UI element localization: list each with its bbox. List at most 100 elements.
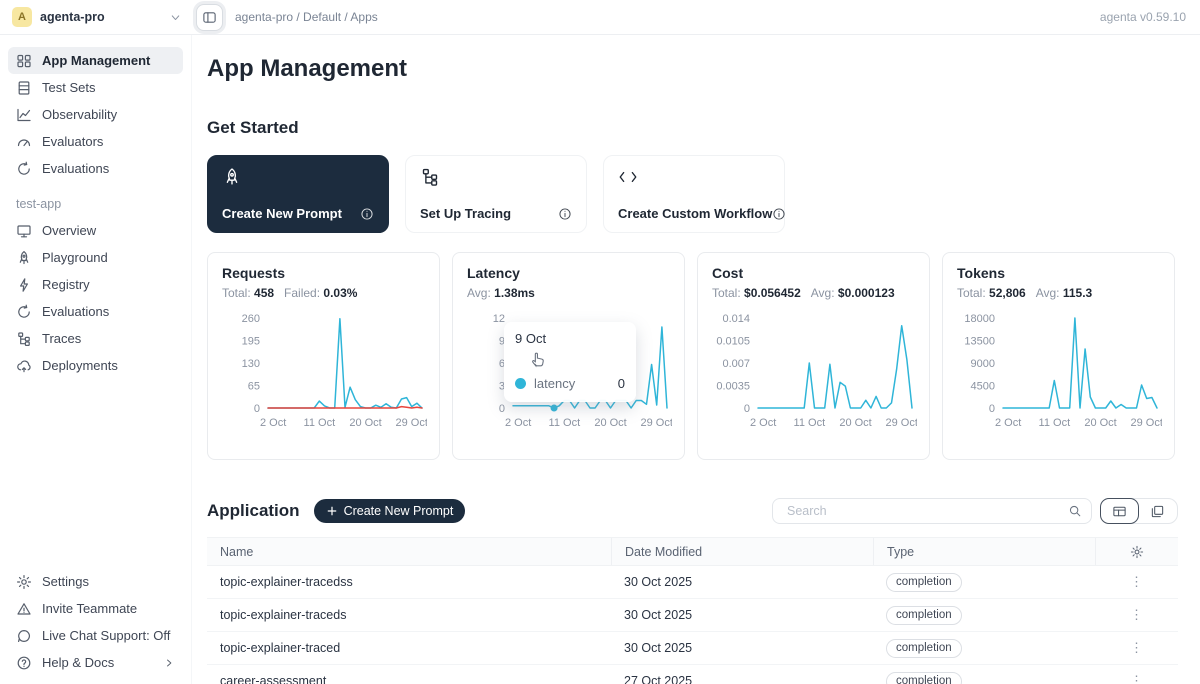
sidebar-collapse-button[interactable] <box>196 4 223 31</box>
sidebar-item-playground[interactable]: Playground <box>8 244 183 271</box>
svg-text:0.014: 0.014 <box>722 313 750 325</box>
svg-text:260: 260 <box>242 313 260 325</box>
metric-stats: Total: $0.056452Avg: $0.000123 <box>712 286 915 300</box>
list-icon <box>16 80 32 96</box>
card-view-button[interactable] <box>1138 498 1177 524</box>
table-row[interactable]: topic-explainer-traceds30 Oct 2025comple… <box>207 599 1178 632</box>
rocket-icon <box>222 167 242 187</box>
svg-text:29 Oct: 29 Oct <box>641 417 672 429</box>
application-heading: Application <box>207 501 300 521</box>
tooltip-date: 9 Oct <box>515 331 625 346</box>
sidebar-item-label: Evaluators <box>42 134 103 149</box>
row-actions: ⋮ <box>1095 665 1178 684</box>
gear-icon <box>16 574 32 590</box>
type-badge: completion <box>886 606 962 625</box>
metric-stats: Total: 52,806Avg: 115.3 <box>957 286 1160 300</box>
sidebar-item-overview[interactable]: Overview <box>8 217 183 244</box>
tooltip-legend-row: latency 0 <box>515 376 625 391</box>
sidebar-item-label: Evaluations <box>42 161 109 176</box>
tree-icon <box>16 331 32 347</box>
sidebar-item-evaluations[interactable]: Evaluations <box>8 155 183 182</box>
breadcrumb[interactable]: agenta-pro / Default / Apps <box>235 10 378 24</box>
sidebar-item-live-chat-support-off[interactable]: Live Chat Support: Off <box>8 622 183 649</box>
monitor-icon <box>16 223 32 239</box>
sidebar-item-registry[interactable]: Registry <box>8 271 183 298</box>
svg-text:11 Oct: 11 Oct <box>304 417 336 429</box>
sidebar-item-observability[interactable]: Observability <box>8 101 183 128</box>
svg-text:0.0035: 0.0035 <box>716 381 750 393</box>
sidebar-item-deployments[interactable]: Deployments <box>8 352 183 379</box>
info-icon <box>558 207 572 221</box>
get-started-card-create-new-prompt[interactable]: Create New Prompt <box>207 155 389 233</box>
table-body: topic-explainer-tracedss30 Oct 2025compl… <box>207 566 1178 684</box>
type-badge: completion <box>886 573 962 592</box>
svg-text:11 Oct: 11 Oct <box>794 417 826 429</box>
card-label: Create Custom Workflow <box>618 206 772 221</box>
search-icon[interactable] <box>1068 504 1082 518</box>
row-menu-button[interactable]: ⋮ <box>1095 607 1178 623</box>
get-started-card-set-up-tracing[interactable]: Set Up Tracing <box>405 155 587 233</box>
row-menu-button[interactable]: ⋮ <box>1095 640 1178 656</box>
sidebar-item-help-docs[interactable]: Help & Docs <box>8 649 183 676</box>
sidebar-item-test-sets[interactable]: Test Sets <box>8 74 183 101</box>
table-row[interactable]: career-assessment27 Oct 2025completion⋮ <box>207 665 1178 684</box>
create-new-prompt-button[interactable]: Create New Prompt <box>314 499 466 523</box>
table-row[interactable]: topic-explainer-traced30 Oct 2025complet… <box>207 632 1178 665</box>
tooltip-series-label: latency <box>534 376 575 391</box>
tree-icon <box>420 167 440 187</box>
view-toggle <box>1100 498 1178 524</box>
svg-text:0: 0 <box>254 403 260 415</box>
sidebar-item-label: Registry <box>42 277 90 292</box>
workspace-selector[interactable]: A agenta-pro <box>0 7 192 27</box>
row-name: topic-explainer-traced <box>207 641 611 655</box>
table-view-icon <box>1112 504 1127 519</box>
rocket-icon <box>16 250 32 266</box>
row-type: completion <box>873 665 1095 684</box>
column-header-name[interactable]: Name <box>207 545 611 559</box>
cloud-icon <box>16 358 32 374</box>
svg-text:195: 195 <box>242 336 260 348</box>
svg-text:18000: 18000 <box>964 313 995 325</box>
sidebar-panel-icon <box>202 10 217 25</box>
metric-title: Requests <box>222 265 425 281</box>
application-header-row: Application Create New Prompt <box>207 498 1178 524</box>
applications-table: Name Date Modified Type topic-explainer-… <box>207 537 1178 684</box>
column-header-date-modified[interactable]: Date Modified <box>611 538 873 565</box>
sidebar-bottom-group: SettingsInvite TeammateLive Chat Support… <box>8 568 183 676</box>
svg-text:2 Oct: 2 Oct <box>505 417 531 429</box>
legend-dot <box>515 378 526 389</box>
chart-tooltip: 9 Oct latency 0 <box>504 322 636 402</box>
sidebar-main-group: App ManagementTest SetsObservability Eval… <box>8 47 183 182</box>
sidebar-item-settings[interactable]: Settings <box>8 568 183 595</box>
row-menu-button[interactable]: ⋮ <box>1095 673 1178 684</box>
card-icon-wrap <box>222 167 374 187</box>
column-header-settings[interactable] <box>1095 538 1178 565</box>
column-header-type[interactable]: Type <box>873 538 1095 565</box>
metric-cards: 9 Oct latency 0 RequestsTotal: 458Failed… <box>207 252 1178 460</box>
sidebar-item-traces[interactable]: Traces <box>8 325 183 352</box>
app-version: agenta v0.59.10 <box>1100 10 1186 24</box>
svg-text:0: 0 <box>989 403 995 415</box>
card-view-icon <box>1150 504 1165 519</box>
metric-chart-tokens: 04500900013500180002 Oct11 Oct20 Oct29 O… <box>957 304 1162 436</box>
sidebar-item-invite-teammate[interactable]: Invite Teammate <box>8 595 183 622</box>
row-type: completion <box>873 566 1095 598</box>
create-new-prompt-label: Create New Prompt <box>344 504 454 518</box>
table-view-button[interactable] <box>1100 498 1139 524</box>
row-actions: ⋮ <box>1095 632 1178 664</box>
row-type: completion <box>873 632 1095 664</box>
topbar: A agenta-pro agenta-pro / Default / Apps… <box>0 0 1200 35</box>
svg-text:0.0105: 0.0105 <box>716 336 750 348</box>
gear-icon <box>1130 545 1144 559</box>
row-name: topic-explainer-traceds <box>207 608 611 622</box>
get-started-card-create-custom-workflow[interactable]: Create Custom Workflow <box>603 155 785 233</box>
sidebar-item-evaluations[interactable]: Evaluations <box>8 298 183 325</box>
row-menu-button[interactable]: ⋮ <box>1095 574 1178 590</box>
sidebar-item-evaluators[interactable]: Evaluators <box>8 128 183 155</box>
refresh-icon <box>16 304 32 320</box>
search-input[interactable] <box>785 503 1068 519</box>
sidebar-item-app-management[interactable]: App Management <box>8 47 183 74</box>
svg-text:0: 0 <box>499 403 505 415</box>
table-row[interactable]: topic-explainer-tracedss30 Oct 2025compl… <box>207 566 1178 599</box>
sidebar-item-label: Deployments <box>42 358 118 373</box>
